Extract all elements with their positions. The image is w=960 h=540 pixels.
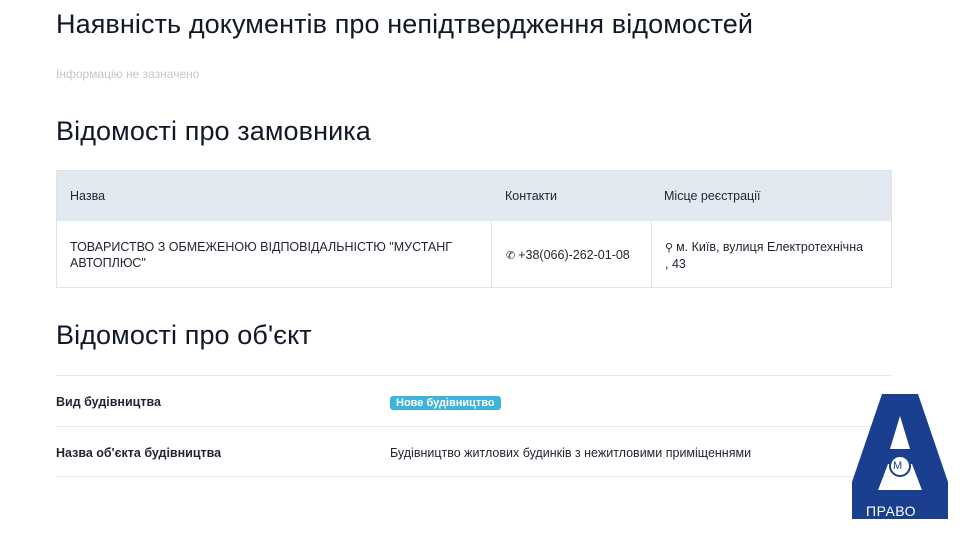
object-info-list: Вид будівництва Нове будівництво Назва о…	[56, 375, 892, 477]
customer-location: ⚲ м. Київ, вулиця Електротехнічна , 43	[665, 239, 865, 272]
construction-type-badge: Нове будівництво	[390, 396, 501, 410]
map-marker-icon: ⚲	[665, 242, 674, 254]
location-text: м. Київ, вулиця Електротехнічна , 43	[665, 240, 864, 271]
header-contacts: Контакти	[505, 189, 557, 203]
phone-link[interactable]: +38(066)-262-01-08	[518, 248, 630, 262]
pravo-logo	[852, 394, 948, 519]
list-item: Вид будівництва Нове будівництво	[56, 375, 892, 426]
table-row: ТОВАРИСТВО З ОБМЕЖЕНОЮ ВІДПОВІДАЛЬНІСТЮ …	[57, 221, 891, 287]
object-name-label: Назва об'єкта будівництва	[56, 446, 222, 460]
customer-contacts: ✆ +38(066)-262-01-08	[506, 247, 630, 264]
customer-table: Назва Контакти Місце реєстрації ТОВАРИСТ…	[56, 170, 892, 288]
construction-type-label: Вид будівництва	[56, 395, 161, 409]
customer-table-header: Назва Контакти Місце реєстрації	[57, 171, 891, 221]
object-name-value: Будівництво житлових будинків з нежитлов…	[390, 446, 752, 460]
non-confirmation-heading: Наявність документів про непідтвердження…	[56, 9, 754, 39]
empty-info-note: Інформацію не зазначено	[56, 67, 200, 81]
page: Наявність документів про непідтвердження…	[0, 0, 960, 540]
header-registration: Місце реєстрації	[664, 189, 761, 203]
header-name: Назва	[70, 189, 106, 203]
logo-text: ПРАВО	[866, 503, 917, 519]
customer-name: ТОВАРИСТВО З ОБМЕЖЕНОЮ ВІДПОВІДАЛЬНІСТЮ …	[70, 240, 453, 270]
phone-icon: ✆	[506, 250, 516, 262]
customer-heading: Відомості про замовника	[56, 116, 371, 146]
object-heading: Відомості про об'єкт	[56, 320, 312, 350]
list-item: Назва об'єкта будівництва Будівництво жи…	[56, 426, 892, 477]
logo-mark: М	[893, 460, 903, 472]
